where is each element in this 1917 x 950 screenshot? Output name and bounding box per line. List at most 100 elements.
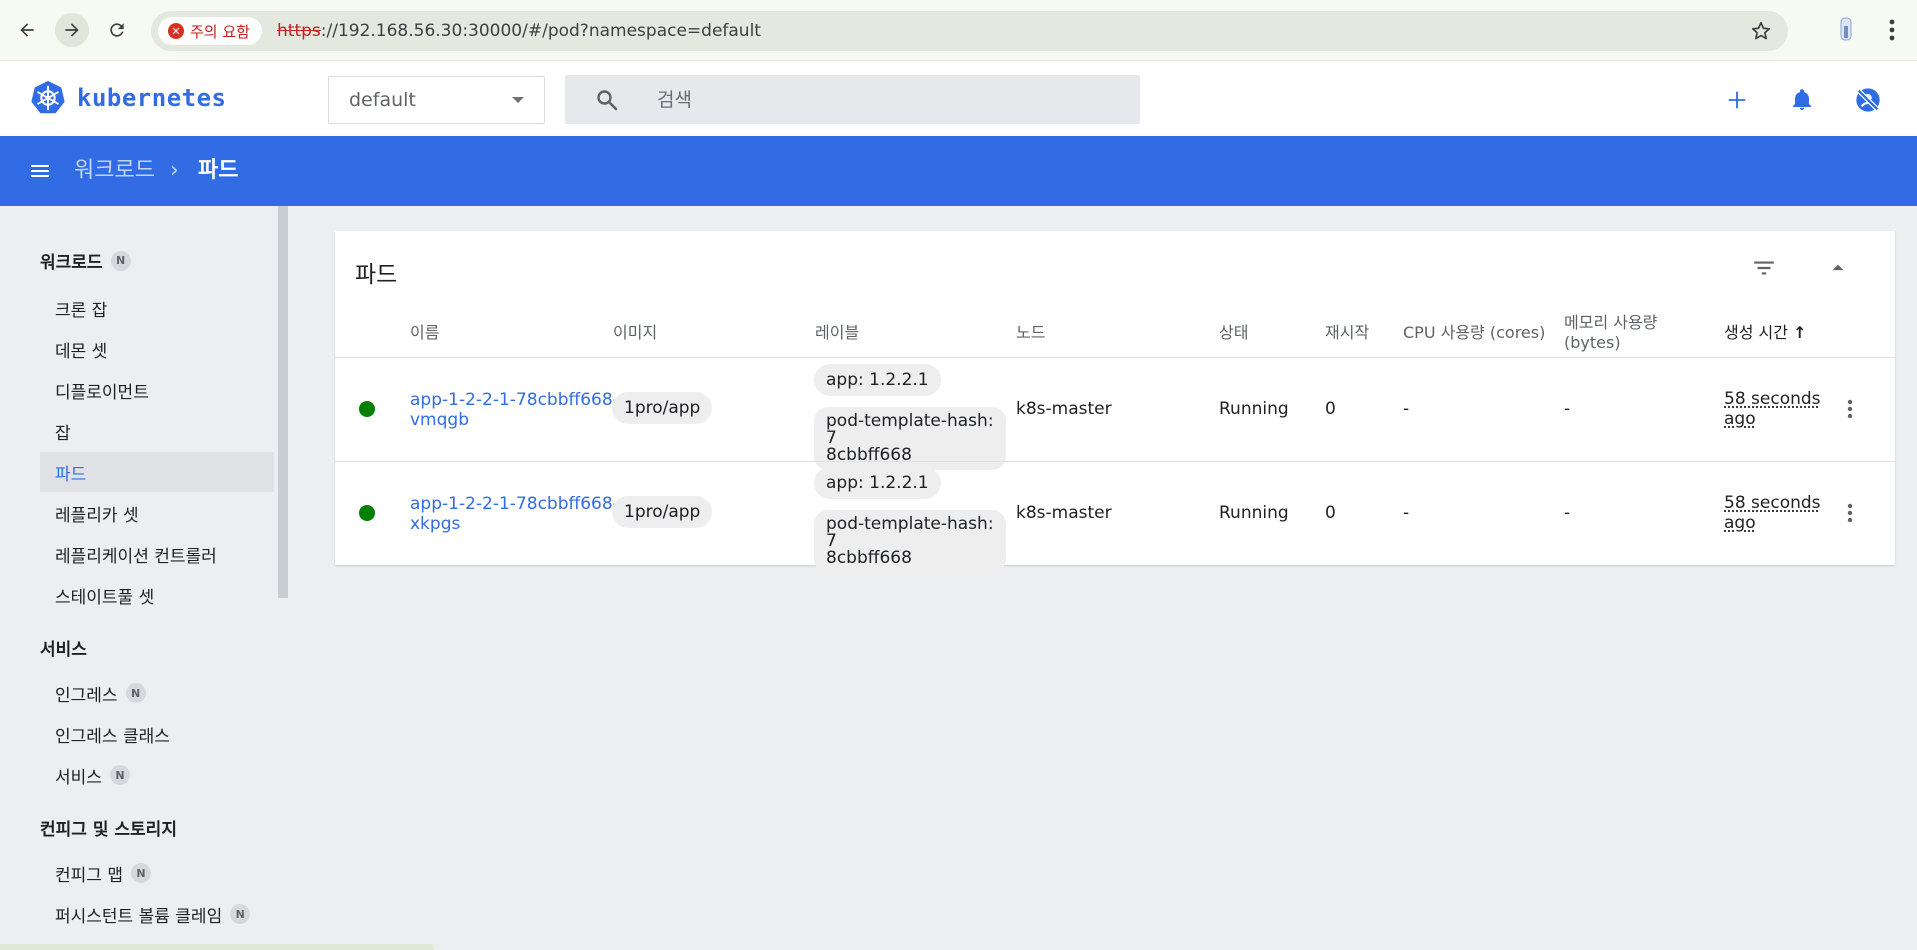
row-divider: [335, 461, 1895, 462]
sidebar-item-pvcs[interactable]: 퍼시스턴트 볼륨 클레임 N: [40, 894, 274, 934]
sidebar-item-label: 잡: [55, 423, 71, 444]
label-chip-line1: pod-template-hash: 7: [826, 411, 994, 448]
page-load-progress: [0, 944, 434, 950]
namespaced-badge: N: [130, 863, 151, 883]
column-header-restarts[interactable]: 재시작: [1325, 323, 1369, 343]
sidebar-item-services[interactable]: 서비스 N: [40, 755, 274, 795]
sidebar-item-daemonsets[interactable]: 데몬 셋: [40, 329, 274, 369]
breadcrumb-bar: 워크로드 › 파드: [0, 136, 1917, 206]
forward-button[interactable]: [55, 13, 89, 47]
namespace-value: default: [349, 89, 416, 111]
star-icon[interactable]: [1750, 20, 1772, 42]
cpu-cell: -: [1403, 503, 1410, 523]
sidebar-item-label: 디플로이먼트: [55, 382, 149, 403]
breadcrumb-current: 파드: [198, 158, 239, 183]
section-title: 워크로드: [40, 253, 103, 273]
column-header-status[interactable]: 상태: [1219, 323, 1248, 343]
column-header-images: 이미지: [613, 323, 658, 342]
reload-icon: [110, 23, 124, 37]
more-vert-icon: [1847, 503, 1853, 523]
sidebar-item-ingressclasses[interactable]: 인그레스 클래스: [40, 714, 274, 754]
sidebar-item-pods[interactable]: 파드: [40, 452, 274, 492]
column-header-node[interactable]: 노드: [1016, 323, 1045, 343]
back-icon: [20, 23, 34, 37]
search-icon: [597, 90, 618, 111]
pod-name-line2: xkpgs: [410, 514, 461, 534]
namespaced-badge: N: [125, 683, 146, 703]
pod-name-line1: app-1-2-2-1-78cbbff668-: [410, 494, 619, 514]
age-line1: 58 seconds: [1724, 493, 1821, 513]
address-bar[interactable]: ✕ 주의 요함 https://192.168.56.30:30000/#/po…: [151, 11, 1788, 51]
status-running-icon: [359, 401, 375, 417]
sidebar-item-ingresses[interactable]: 인그레스 N: [40, 673, 274, 713]
sidebar-section-config-storage[interactable]: 컨피그 및 스토리지: [40, 815, 177, 840]
filter-icon[interactable]: [1751, 255, 1777, 281]
cpu-cell: -: [1403, 399, 1410, 419]
row-actions-button[interactable]: [1838, 397, 1862, 421]
sort-arrow-icon: ↑: [1793, 323, 1807, 342]
node-cell[interactable]: k8s-master: [1016, 503, 1112, 523]
pod-name-link[interactable]: app-1-2-2-1-78cbbff668- vmqgb: [410, 390, 619, 430]
sidebar: 워크로드 N 크론 잡 데몬 셋 디플로이먼트 잡 파드 레플리카 셋 레플리케…: [0, 206, 288, 950]
pod-name-link[interactable]: app-1-2-2-1-78cbbff668- xkpgs: [410, 494, 619, 534]
sidebar-item-label: 크론 잡: [55, 300, 108, 321]
column-header-cpu: CPU 사용량 (cores): [1403, 323, 1546, 342]
security-warning-chip[interactable]: ✕ 주의 요함: [158, 17, 262, 45]
row-divider: [335, 357, 1895, 358]
column-header-created[interactable]: 생성 시간 ↑: [1724, 323, 1806, 343]
section-title: 컨피그 및 스토리지: [40, 820, 177, 840]
user-button[interactable]: [1854, 86, 1882, 114]
extension-icon[interactable]: [1835, 16, 1857, 44]
memory-cell: -: [1564, 503, 1571, 523]
sidebar-item-label: 스테이트풀 셋: [55, 587, 155, 608]
sidebar-section-services[interactable]: 서비스: [40, 635, 87, 660]
sidebar-item-deployments[interactable]: 디플로이먼트: [40, 370, 274, 410]
url-scheme: https: [277, 21, 321, 41]
image-chip: 1pro/app: [612, 392, 713, 424]
sidebar-item-jobs[interactable]: 잡: [40, 411, 274, 451]
namespaced-badge: N: [230, 904, 251, 924]
section-title: 서비스: [40, 640, 87, 660]
forward-icon: [65, 23, 79, 37]
sidebar-section-workloads[interactable]: 워크로드 N: [40, 248, 131, 273]
back-button[interactable]: [10, 13, 44, 47]
image-chip: 1pro/app: [612, 496, 713, 528]
pod-name-line2: vmqgb: [410, 410, 469, 430]
node-cell[interactable]: k8s-master: [1016, 399, 1112, 419]
sidebar-item-statefulsets[interactable]: 스테이트풀 셋: [40, 575, 274, 615]
label-chip: pod-template-hash: 7 8cbbff668: [814, 510, 1006, 573]
create-button[interactable]: [1723, 86, 1751, 114]
search-box[interactable]: [565, 75, 1140, 124]
plus-icon: [1728, 91, 1746, 109]
breadcrumb-separator-icon: ›: [170, 158, 179, 183]
reload-button[interactable]: [100, 13, 134, 47]
search-input[interactable]: [657, 75, 1117, 124]
restarts-cell: 0: [1325, 503, 1336, 523]
sidebar-item-replicasets[interactable]: 레플리카 셋: [40, 493, 274, 533]
namespace-select[interactable]: default: [328, 76, 545, 124]
notifications-button[interactable]: [1788, 86, 1816, 114]
collapse-icon[interactable]: [1825, 255, 1851, 281]
status-cell: Running: [1219, 399, 1289, 419]
browser-toolbar: ✕ 주의 요함 https://192.168.56.30:30000/#/po…: [0, 0, 1917, 61]
breadcrumb-parent[interactable]: 워크로드: [74, 136, 155, 206]
menu-icon[interactable]: [28, 159, 52, 183]
sidebar-item-replicationcontrollers[interactable]: 레플리케이션 컨트롤러: [40, 534, 274, 574]
kubernetes-logo[interactable]: kubernetes: [29, 79, 227, 117]
column-header-memory-line2: (bytes): [1564, 333, 1621, 352]
url-text: https://192.168.56.30:30000/#/pod?namesp…: [277, 11, 761, 51]
row-actions-button[interactable]: [1838, 501, 1862, 525]
label-chip: app: 1.2.2.1: [814, 364, 941, 396]
sidebar-item-label: 인그레스: [55, 685, 118, 706]
card-title: 파드: [355, 262, 398, 288]
browser-menu-icon[interactable]: [1880, 14, 1904, 46]
status-running-icon: [359, 505, 375, 521]
sidebar-scrollbar[interactable]: [278, 206, 288, 598]
kubernetes-logo-icon: [31, 80, 65, 114]
column-header-name[interactable]: 이름: [410, 323, 439, 343]
sidebar-item-label: 레플리카 셋: [55, 505, 139, 526]
sidebar-item-configmaps[interactable]: 컨피그 맵 N: [40, 853, 274, 893]
memory-cell: -: [1564, 399, 1571, 419]
pods-card: 파드 이름 이미지 레이블 노드 상태 재시작 CPU 사용량 (cores) …: [335, 231, 1895, 573]
sidebar-item-cronjobs[interactable]: 크론 잡: [40, 288, 274, 328]
